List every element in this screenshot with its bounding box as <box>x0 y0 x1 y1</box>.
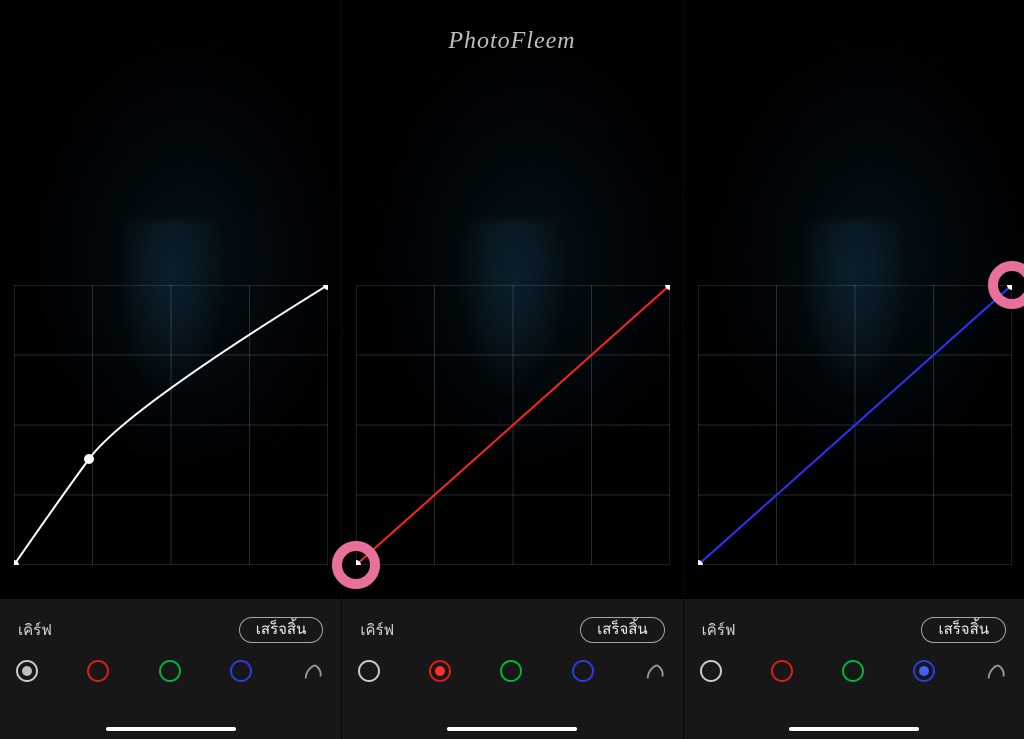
channel-button-red[interactable] <box>771 660 793 682</box>
home-indicator <box>106 727 236 731</box>
home-indicator <box>447 727 577 731</box>
channel-button-blue[interactable] <box>572 660 594 682</box>
controls-bar: เคิร์ฟ เสร็จสิ้น <box>684 599 1024 739</box>
curve-graph[interactable] <box>698 285 1012 565</box>
curve-label: เคิร์ฟ <box>702 618 736 642</box>
curve-label: เคิร์ฟ <box>360 618 394 642</box>
panel-blue: เคิร์ฟ เสร็จสิ้น <box>683 0 1024 739</box>
reset-curve-icon[interactable] <box>984 659 1008 683</box>
channel-button-luma[interactable] <box>700 660 722 682</box>
panel-red: เคิร์ฟ เสร็จสิ้น <box>341 0 682 739</box>
done-button[interactable]: เสร็จสิ้น <box>921 617 1006 643</box>
controls-bar: เคิร์ฟ เสร็จสิ้น <box>0 599 341 739</box>
curve-label: เคิร์ฟ <box>18 618 52 642</box>
channel-button-red[interactable] <box>429 660 451 682</box>
channel-button-green[interactable] <box>842 660 864 682</box>
curve-graph[interactable] <box>14 285 328 565</box>
panel-row: เคิร์ฟ เสร็จสิ้น <box>0 0 1024 739</box>
channel-button-blue[interactable] <box>913 660 935 682</box>
done-button[interactable]: เสร็จสิ้น <box>580 617 665 643</box>
done-button[interactable]: เสร็จสิ้น <box>239 617 324 643</box>
home-indicator <box>789 727 919 731</box>
channel-button-red[interactable] <box>87 660 109 682</box>
reset-curve-icon[interactable] <box>301 659 325 683</box>
channel-button-green[interactable] <box>500 660 522 682</box>
channel-button-luma[interactable] <box>16 660 38 682</box>
controls-bar: เคิร์ฟ เสร็จสิ้น <box>342 599 682 739</box>
channel-button-green[interactable] <box>159 660 181 682</box>
channel-button-luma[interactable] <box>358 660 380 682</box>
curve-graph[interactable] <box>356 285 670 565</box>
reset-curve-icon[interactable] <box>643 659 667 683</box>
panel-luma: เคิร์ฟ เสร็จสิ้น <box>0 0 341 739</box>
channel-button-blue[interactable] <box>230 660 252 682</box>
